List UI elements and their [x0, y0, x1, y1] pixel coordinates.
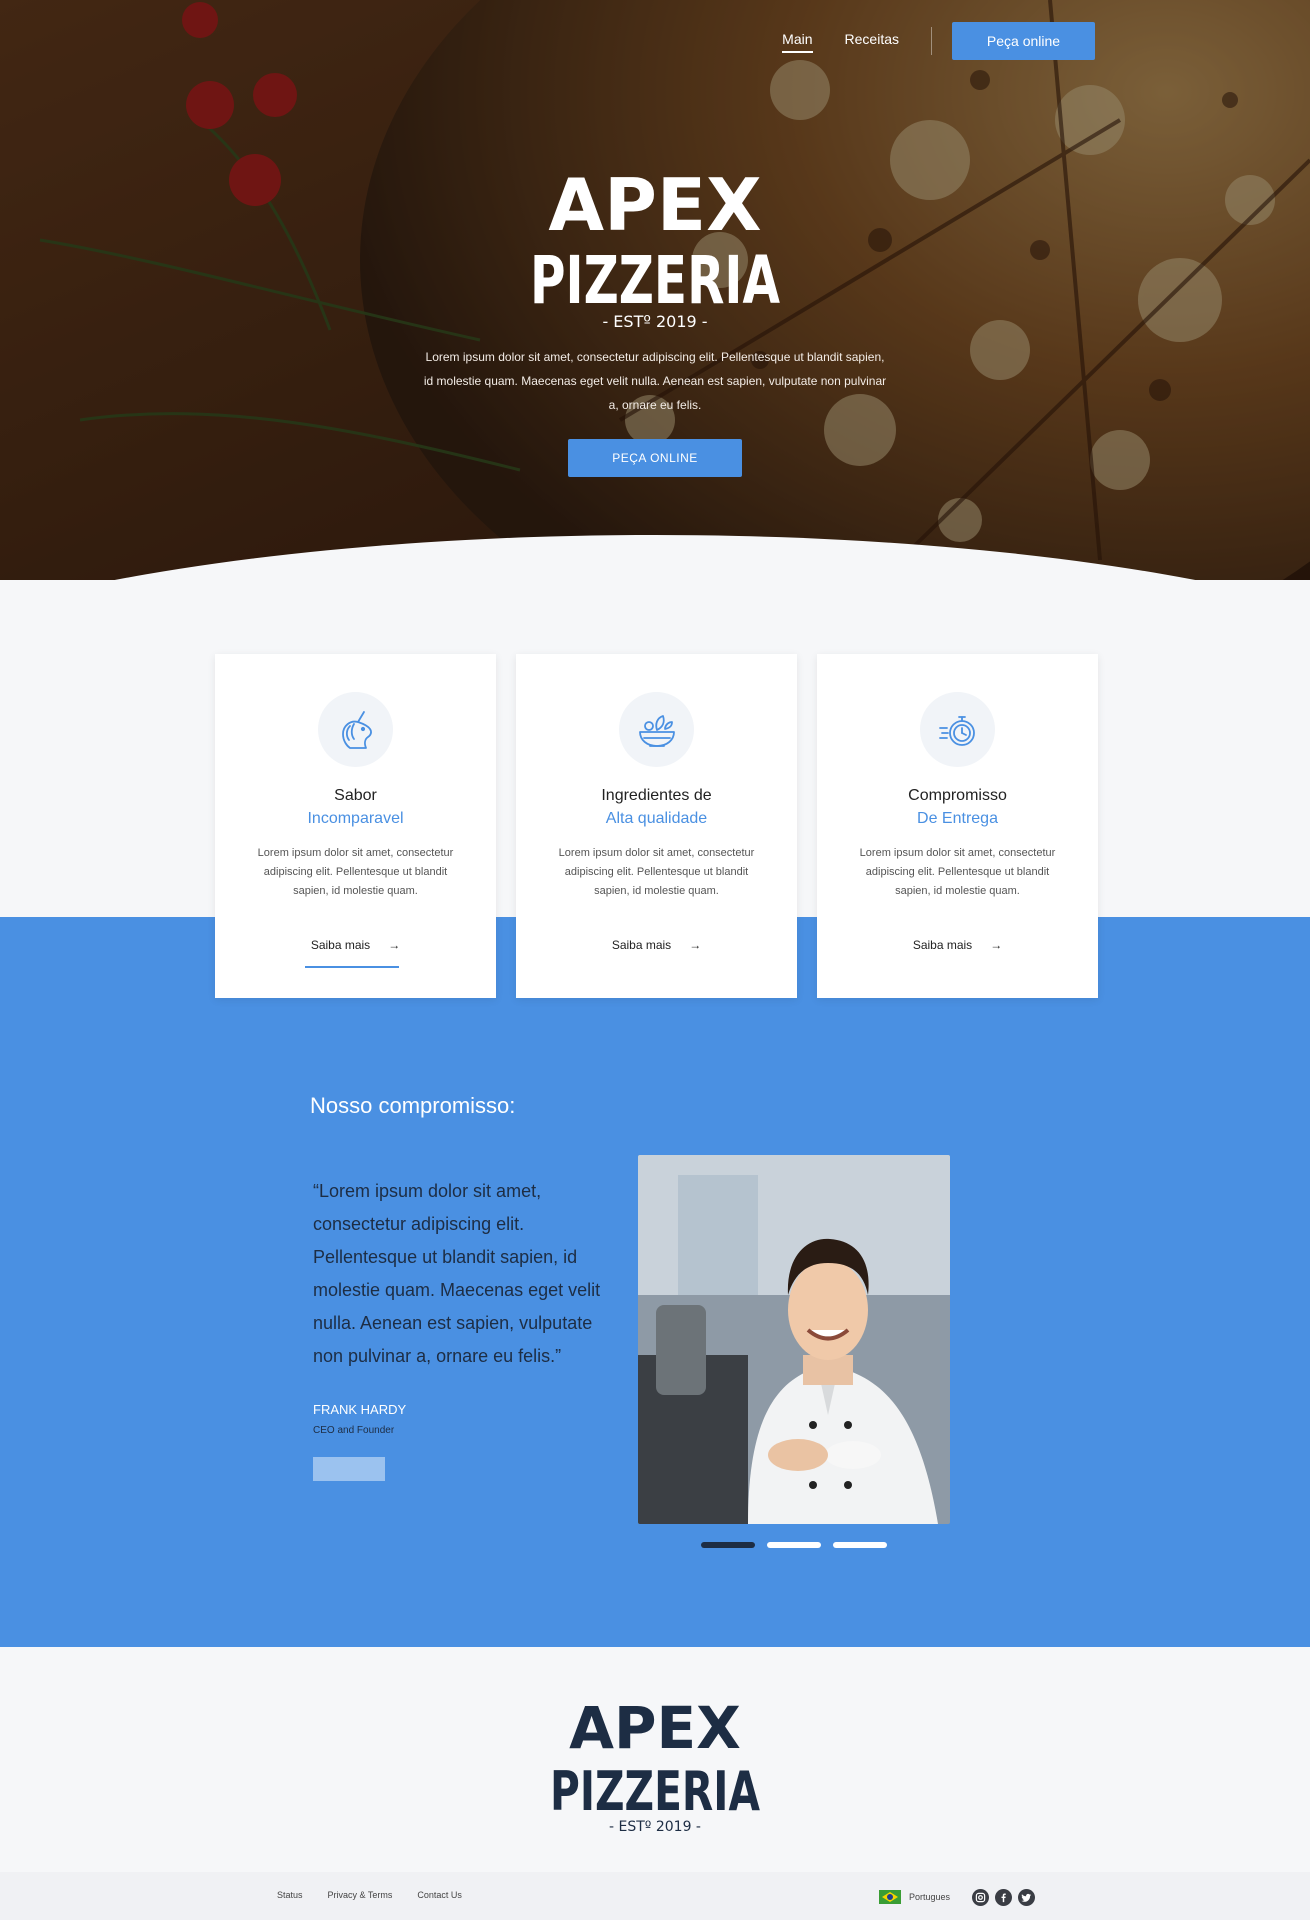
- nav-link-main[interactable]: Main: [782, 31, 813, 53]
- card-title: Ingredientes de: [601, 787, 712, 804]
- arrow-right-icon: →: [388, 938, 401, 952]
- carousel-dot-1[interactable]: [701, 1542, 755, 1548]
- footer-link-status[interactable]: Status: [277, 1890, 303, 1900]
- logo-line2: PIZZERIA: [530, 242, 780, 319]
- arrow-right-icon: →: [689, 938, 702, 952]
- footer-bar: [0, 1872, 1310, 1920]
- feature-card: Compromisso De Entrega Lorem ipsum dolor…: [817, 654, 1098, 998]
- footer-logo-tagline: - ESTº 2019 -: [609, 1819, 701, 1835]
- carousel-dot-3[interactable]: [833, 1542, 887, 1548]
- hero-logo: APEX PIZZERIA - ESTº 2019 -: [530, 163, 780, 330]
- card-text: Lorem ipsum dolor sit amet, consectetur …: [859, 847, 1056, 897]
- testimonial-author: FRANK HARDY: [313, 1402, 407, 1417]
- nav-divider: [931, 27, 932, 55]
- feature-cards: Sabor Incomparavel Lorem ipsum dolor sit…: [215, 654, 1098, 998]
- card-learn-more-link[interactable]: Saiba mais →: [817, 938, 1098, 952]
- footer-link-contact[interactable]: Contact Us: [417, 1890, 462, 1900]
- card-link-label: Saiba mais: [310, 938, 371, 952]
- logo-tagline: - ESTº 2019 -: [602, 312, 707, 330]
- order-online-button[interactable]: Peça online: [952, 22, 1095, 60]
- logo-line1: APEX: [548, 163, 761, 247]
- footer-logo-line2: PIZZERIA: [550, 1760, 760, 1823]
- testimonial-role: CEO and Founder: [313, 1425, 395, 1436]
- testimonial-button[interactable]: [313, 1457, 385, 1481]
- card-title: Sabor: [334, 787, 377, 804]
- card-subtitle: Alta qualidade: [605, 810, 708, 827]
- testimonial-quote: “Lorem ipsum dolor sit amet, consectetur…: [313, 1181, 601, 1366]
- feature-card: Sabor Incomparavel Lorem ipsum dolor sit…: [215, 654, 496, 998]
- card-text: Lorem ipsum dolor sit amet, consectetur …: [257, 847, 454, 897]
- hero-section: Main Receitas Peça online APEX PIZZERIA …: [0, 0, 1310, 580]
- twitter-icon[interactable]: [1018, 1889, 1035, 1906]
- arrow-right-icon: →: [990, 938, 1003, 952]
- card-text: Lorem ipsum dolor sit amet, consectetur …: [558, 847, 755, 897]
- card-learn-more-link[interactable]: Saiba mais →: [215, 938, 496, 968]
- feature-card: Ingredientes de Alta qualidade Lorem ips…: [516, 654, 797, 998]
- card-learn-more-link[interactable]: Saiba mais →: [516, 938, 797, 952]
- facebook-icon[interactable]: [995, 1889, 1012, 1906]
- card-link-label: Saiba mais: [611, 938, 672, 952]
- brazil-flag-icon: [879, 1890, 901, 1904]
- footer-links: Status Privacy & Terms Contact Us: [277, 1890, 462, 1900]
- card-subtitle: De Entrega: [917, 810, 998, 827]
- carousel-dots: [701, 1542, 887, 1548]
- card-title: Compromisso: [908, 787, 1007, 804]
- footer-link-privacy[interactable]: Privacy & Terms: [328, 1890, 393, 1900]
- hero-description: Lorem ipsum dolor sit amet, consectetur …: [423, 350, 887, 412]
- salad-bowl-icon: [638, 714, 675, 747]
- instagram-icon[interactable]: [972, 1889, 989, 1906]
- top-nav: Main Receitas Peça online: [782, 22, 1095, 60]
- nav-link-receitas[interactable]: Receitas: [845, 31, 899, 51]
- stopwatch-icon: [938, 715, 975, 746]
- card-subtitle: Incomparavel: [307, 810, 404, 827]
- carousel-dot-2[interactable]: [767, 1542, 821, 1548]
- footer-logo-line1: APEX: [569, 1694, 741, 1762]
- chef-photo: [638, 1155, 950, 1524]
- footer-logo: APEX PIZZERIA - ESTº 2019 -: [550, 1694, 760, 1835]
- hero-order-button[interactable]: PEÇA ONLINE: [568, 439, 742, 477]
- card-link-label: Saiba mais: [912, 938, 973, 952]
- language-selector[interactable]: Portugues: [879, 1890, 950, 1904]
- language-label: Portugues: [909, 1892, 951, 1902]
- commitment-title: Nosso compromisso:: [310, 1093, 516, 1118]
- social-links: [972, 1889, 1035, 1906]
- unicorn-icon: [341, 710, 372, 749]
